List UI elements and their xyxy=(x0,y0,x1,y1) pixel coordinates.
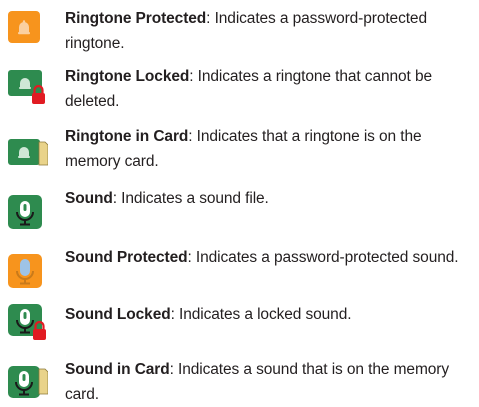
sound-locked-icon xyxy=(4,302,48,342)
ringtone-protected-icon xyxy=(4,9,48,49)
entry-term: Sound in Card xyxy=(65,361,170,378)
entry-description: : Indicates a locked sound. xyxy=(170,306,352,323)
entry-term: Ringtone Locked xyxy=(65,68,190,85)
entry-description: : Indicates a password-protected sound. xyxy=(187,249,459,266)
ringtone-locked-icon xyxy=(4,68,48,108)
entry-term: Ringtone in Card xyxy=(65,128,189,145)
sound-in-card-icon xyxy=(4,364,48,404)
sound-icon xyxy=(4,193,48,233)
entry-term: Sound Locked xyxy=(65,306,171,323)
entry-term: Sound xyxy=(65,190,113,207)
entry-description: : Indicates a sound file. xyxy=(112,190,269,207)
sound-protected-icon xyxy=(4,252,48,292)
entry-term: Ringtone Protected xyxy=(65,10,207,27)
ringtone-in-card-icon xyxy=(4,136,48,176)
entry-term: Sound Protected xyxy=(65,249,188,266)
